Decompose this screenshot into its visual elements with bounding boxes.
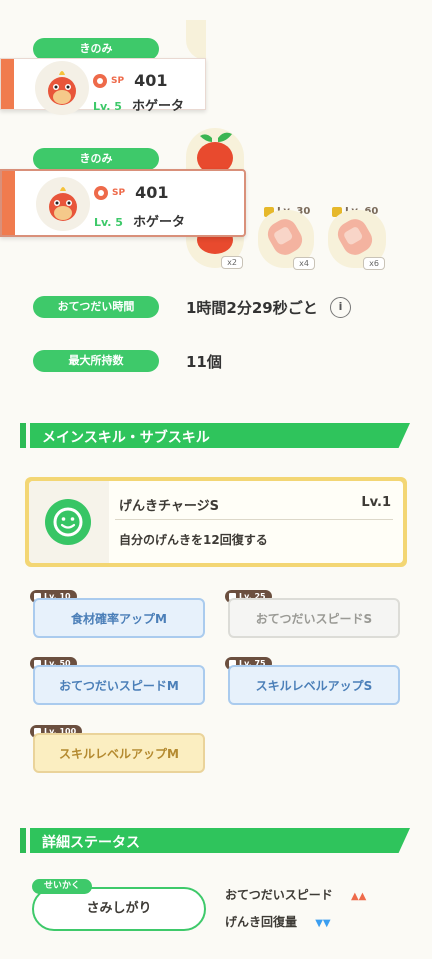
max-carry-value: 11個 xyxy=(186,353,222,371)
pokeball-icon xyxy=(94,185,108,200)
section-title: 詳細ステータス xyxy=(42,835,140,851)
berry-pill: きのみ xyxy=(33,148,159,170)
main-skill-name: げんきチャージS xyxy=(119,499,219,514)
help-time-label: おてつだい時間 xyxy=(33,296,159,318)
sp-row: SP 401 xyxy=(93,71,167,90)
card-accent-bar xyxy=(1,59,14,109)
nature-up-row: おてつだいスピード ▲▲ xyxy=(225,886,366,903)
pokemon-avatar xyxy=(35,61,89,115)
sp-label: SP xyxy=(112,187,126,198)
sub-skill-1[interactable]: 食材確率アップM xyxy=(33,598,205,638)
ingredient-count: x6 xyxy=(363,257,385,270)
info-icon[interactable]: i xyxy=(330,297,351,318)
nature-down-stat: げんき回復量 xyxy=(225,915,298,929)
sub-skill-4[interactable]: スキルレベルアップS xyxy=(228,665,400,705)
pokemon-card[interactable]: SP 401 Lv. 5 ホゲータ xyxy=(0,58,206,115)
sp-label: SP xyxy=(111,75,125,86)
down-arrows-icon: ▼▼ xyxy=(315,918,331,929)
pokemon-level: Lv. 5 xyxy=(93,100,122,113)
sub-skill-2[interactable]: おてつだいスピードS xyxy=(228,598,400,638)
ingredient-slot[interactable]: x4 xyxy=(258,210,315,270)
berry-icon-top xyxy=(186,20,206,60)
level-row: Lv. 5 ホゲータ xyxy=(93,95,184,114)
pokeball-icon xyxy=(93,73,107,88)
ingredient-count: x4 xyxy=(293,257,315,270)
pokemon-level: Lv. 5 xyxy=(94,216,123,229)
up-arrows-icon: ▲▲ xyxy=(350,891,367,902)
level-row: Lv. 5 ホゲータ xyxy=(94,211,185,230)
section-title: メインスキル・サブスキル xyxy=(42,430,210,446)
nature-tag: せいかく xyxy=(32,879,92,894)
details-section-header: 詳細ステータス xyxy=(20,828,410,853)
pokemon-card-floating[interactable]: SP 401 Lv. 5 ホゲータ xyxy=(0,169,246,237)
ingredient-slot[interactable]: x6 xyxy=(328,210,386,270)
sp-value: 401 xyxy=(135,183,169,202)
main-skill-level: Lv.1 xyxy=(361,495,391,510)
help-time-value: 1時間2分29秒ごと xyxy=(186,299,318,317)
smile-icon xyxy=(45,499,91,545)
divider xyxy=(115,519,393,520)
sub-skill-5[interactable]: スキルレベルアップM xyxy=(33,733,205,773)
ingredient-count: x2 xyxy=(221,256,243,269)
pokemon-name: ホゲータ xyxy=(131,99,184,114)
main-skill-card[interactable]: げんきチャージS Lv.1 自分のげんきを12回復する xyxy=(25,477,407,567)
nature-down-row: げんき回復量 ▼▼ xyxy=(225,913,331,930)
sp-row: SP 401 xyxy=(94,183,168,202)
max-carry-label: 最大所持数 xyxy=(33,350,159,372)
sp-value: 401 xyxy=(134,71,168,90)
skills-section-header: メインスキル・サブスキル xyxy=(20,423,410,448)
pokemon-avatar xyxy=(36,177,90,231)
card-accent-bar xyxy=(2,171,15,235)
berry-pill: きのみ xyxy=(33,38,159,60)
nature-up-stat: おてつだいスピード xyxy=(225,888,333,902)
pokemon-name: ホゲータ xyxy=(132,215,185,230)
main-skill-description: 自分のげんきを12回復する xyxy=(119,533,268,547)
sub-skill-3[interactable]: おてつだいスピードM xyxy=(33,665,205,705)
